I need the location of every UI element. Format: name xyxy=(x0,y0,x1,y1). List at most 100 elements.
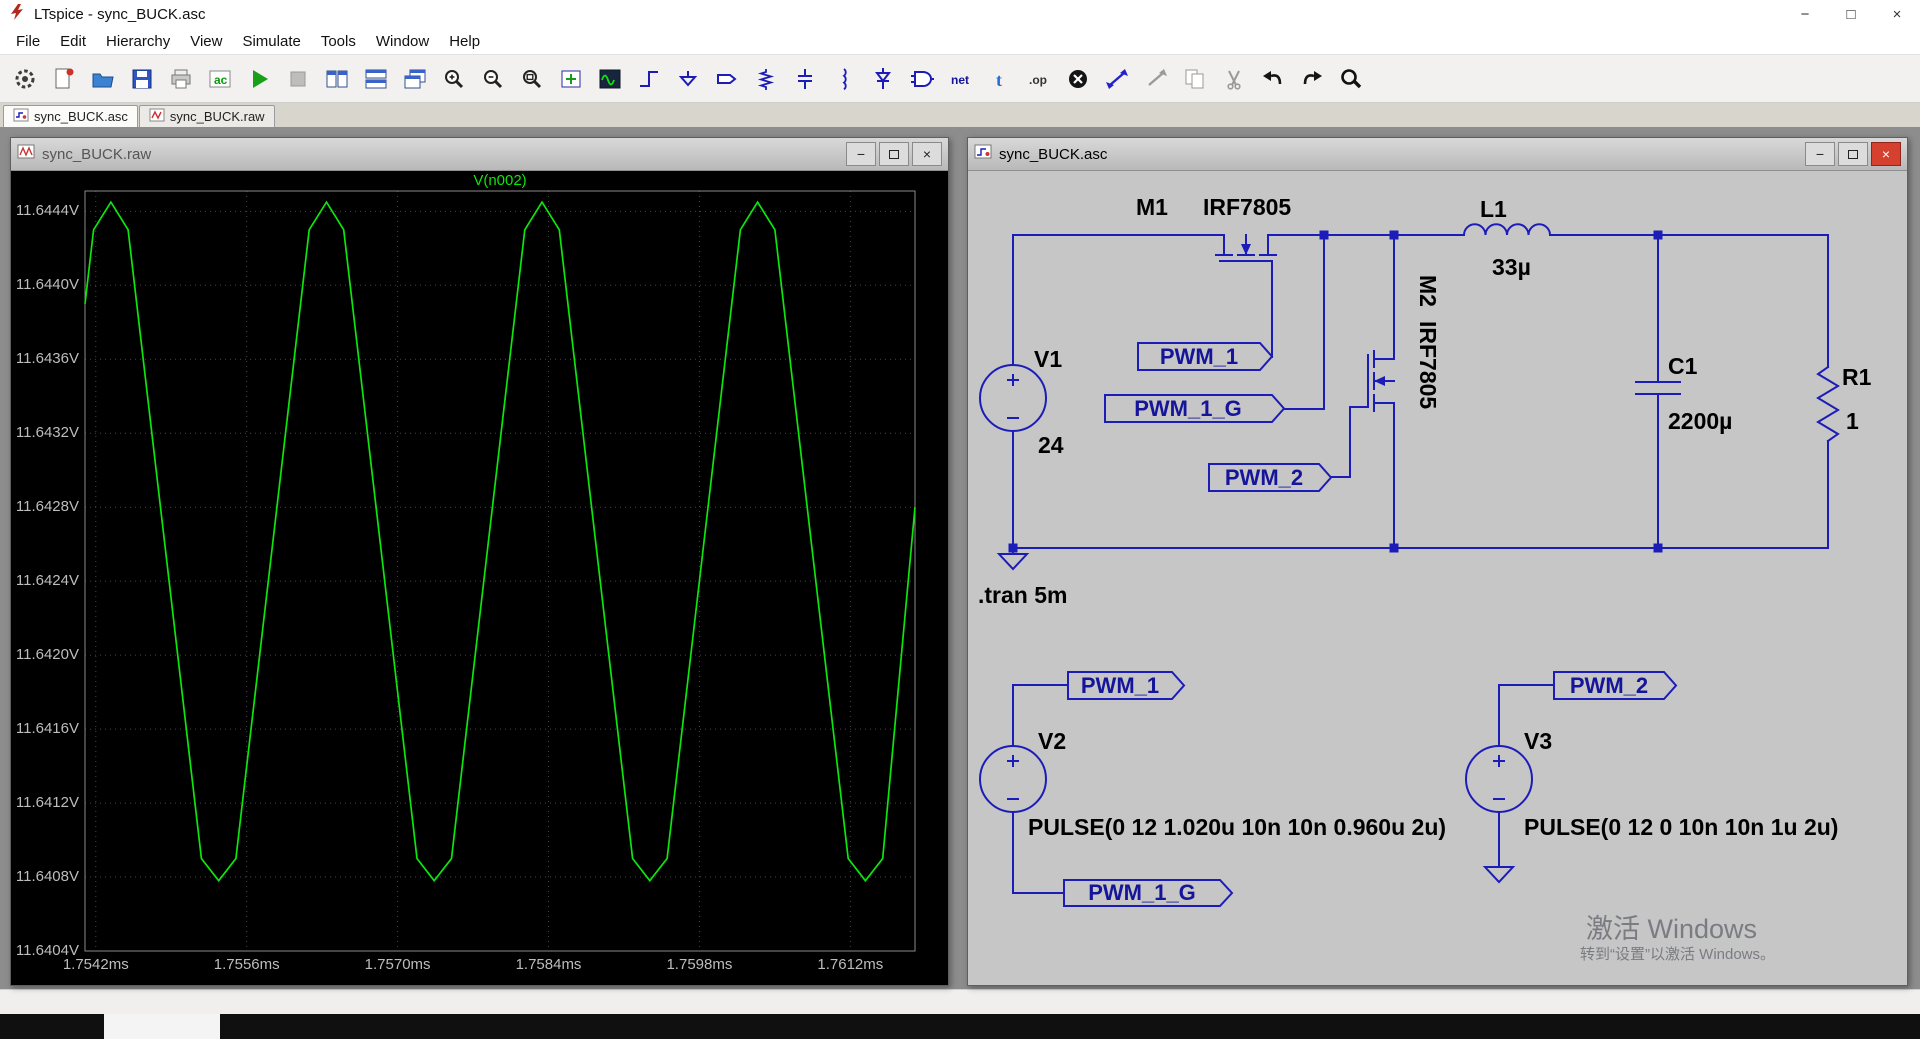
close-button[interactable]: × xyxy=(1871,142,1901,166)
toolbar-drag-mode[interactable] xyxy=(1139,63,1173,95)
schematic-titlebar[interactable]: sync_BUCK.asc − × xyxy=(968,138,1907,171)
voltage-source-v1-symbol[interactable] xyxy=(979,364,1047,432)
tab-sync-buck-raw[interactable]: sync_BUCK.raw xyxy=(138,105,275,127)
label-v2-value[interactable]: PULSE(0 12 1.020u 10n 10n 0.960u 2u) xyxy=(1028,814,1446,840)
menu-edit[interactable]: Edit xyxy=(50,33,96,50)
resistor-r1-symbol[interactable] xyxy=(1816,365,1840,443)
toolbar-copy-mode[interactable] xyxy=(1178,63,1212,95)
label-m2-value[interactable]: IRF7805 xyxy=(1415,321,1441,409)
toolbar-open-file[interactable] xyxy=(86,63,120,95)
label-m2-name[interactable]: M2 xyxy=(1415,275,1441,307)
menu-tools[interactable]: Tools xyxy=(311,33,366,50)
waveform-plot[interactable] xyxy=(11,171,948,985)
toolbar-place-resistor[interactable] xyxy=(749,63,783,95)
toolbar-ac-analysis[interactable]: ac xyxy=(203,63,237,95)
ground-symbol-v3[interactable] xyxy=(1482,866,1516,884)
toolbar-control-panel[interactable] xyxy=(8,63,42,95)
toolbar-undo[interactable] xyxy=(1256,63,1290,95)
toolbar-place-text[interactable]: t xyxy=(983,63,1017,95)
label-c1-name[interactable]: C1 xyxy=(1668,353,1698,379)
label-l1-value[interactable]: 33µ xyxy=(1492,254,1531,280)
close-button[interactable]: × xyxy=(912,142,942,166)
toolbar-spice-directive[interactable]: .op xyxy=(1022,63,1056,95)
toolbar-move-mode[interactable] xyxy=(1100,63,1134,95)
voltage-source-v3-symbol[interactable] xyxy=(1465,745,1533,813)
toolbar-delete-mode[interactable] xyxy=(1061,63,1095,95)
taskbar-item[interactable] xyxy=(104,1014,220,1039)
minimize-button[interactable]: − xyxy=(1805,142,1835,166)
minimize-button[interactable]: − xyxy=(1782,0,1828,29)
toolbar-cut-mode[interactable] xyxy=(1217,63,1251,95)
toolbar-pan-view[interactable] xyxy=(554,63,588,95)
toolbar-draw-wire[interactable] xyxy=(632,63,666,95)
restore-button[interactable] xyxy=(879,142,909,166)
menu-file[interactable]: File xyxy=(6,33,50,50)
label-tran-directive[interactable]: .tran 5m xyxy=(978,582,1067,608)
net-flag-pwm1-v2[interactable]: PWM_1 xyxy=(1067,671,1186,700)
y-axis-tick-label: 11.6412V xyxy=(15,794,79,812)
mosfet-m1-symbol[interactable] xyxy=(1195,234,1297,280)
mosfet-m2-symbol[interactable] xyxy=(1349,330,1395,432)
toolbar-label-net[interactable] xyxy=(710,63,744,95)
schematic-canvas[interactable]: PWM_1 PWM_1_G PWM_2 PWM_1 PWM_1_G PWM_2 … xyxy=(968,171,1907,985)
toolbar-zoom-in[interactable] xyxy=(437,63,471,95)
waveform-trace[interactable] xyxy=(84,200,916,883)
net-flag-pwm2-v3[interactable]: PWM_2 xyxy=(1553,671,1678,700)
capacitor-c1-symbol[interactable] xyxy=(1635,381,1681,395)
toolbar-highlight-net[interactable]: net xyxy=(944,63,978,95)
menu-hierarchy[interactable]: Hierarchy xyxy=(96,33,180,50)
toolbar-tile-vertical[interactable] xyxy=(320,63,354,95)
net-flag-pwm1-g-v2[interactable]: PWM_1_G xyxy=(1063,879,1234,907)
waveform-window: sync_BUCK.raw − × V(n002) 1.7542ms 1.7556… xyxy=(10,137,949,986)
net-flag-pwm2[interactable]: PWM_2 xyxy=(1208,463,1333,492)
ground-symbol-main[interactable] xyxy=(996,547,1030,571)
toolbar-cascade-windows[interactable] xyxy=(398,63,432,95)
menu-help[interactable]: Help xyxy=(439,33,490,50)
label-v1-name[interactable]: V1 xyxy=(1034,346,1062,372)
schematic-window-icon xyxy=(974,144,992,164)
net-flag-pwm1[interactable]: PWM_1 xyxy=(1137,342,1274,371)
menu-view[interactable]: View xyxy=(180,33,232,50)
y-axis-tick-label: 11.6440V xyxy=(15,276,79,294)
menu-simulate[interactable]: Simulate xyxy=(232,33,310,50)
toolbar-place-component[interactable] xyxy=(905,63,939,95)
toolbar-find[interactable] xyxy=(1334,63,1368,95)
toolbar-place-ground[interactable] xyxy=(671,63,705,95)
label-m1-name[interactable]: M1 xyxy=(1136,194,1168,220)
minimize-button[interactable]: − xyxy=(846,142,876,166)
menu-window[interactable]: Window xyxy=(366,33,439,50)
svg-text:PWM_2: PWM_2 xyxy=(1225,465,1303,490)
toolbar-redo[interactable] xyxy=(1295,63,1329,95)
voltage-source-v2-symbol[interactable] xyxy=(979,745,1047,813)
toolbar-new-schematic[interactable] xyxy=(47,63,81,95)
label-c1-value[interactable]: 2200µ xyxy=(1668,408,1732,434)
label-v3-name[interactable]: V3 xyxy=(1524,728,1552,754)
toolbar-run[interactable] xyxy=(242,63,276,95)
toolbar-save[interactable] xyxy=(125,63,159,95)
net-flag-pwm1-g[interactable]: PWM_1_G xyxy=(1104,394,1286,423)
toolbar-place-inductor[interactable] xyxy=(827,63,861,95)
x-axis-tick-label: 1.7612ms xyxy=(817,956,884,973)
toolbar-tile-horizontal[interactable] xyxy=(359,63,393,95)
close-button[interactable]: × xyxy=(1874,0,1920,29)
label-v1-value[interactable]: 24 xyxy=(1038,432,1064,458)
inductor-l1-symbol[interactable] xyxy=(1462,223,1552,237)
label-l1-name[interactable]: L1 xyxy=(1480,196,1507,222)
label-v3-value[interactable]: PULSE(0 12 0 10n 10n 1u 2u) xyxy=(1524,814,1838,840)
label-m1-value[interactable]: IRF7805 xyxy=(1203,194,1291,220)
waveform-plot-area[interactable]: V(n002) 1.7542ms 1.7556ms 1.7570ms 1.7584ms… xyxy=(11,171,948,985)
label-v2-name[interactable]: V2 xyxy=(1038,728,1066,754)
restore-button[interactable] xyxy=(1838,142,1868,166)
toolbar-plot-settings[interactable] xyxy=(593,63,627,95)
toolbar-place-diode[interactable] xyxy=(866,63,900,95)
tab-sync-buck-asc[interactable]: sync_BUCK.asc xyxy=(3,105,138,127)
toolbar-zoom-full-extents[interactable] xyxy=(515,63,549,95)
label-r1-value[interactable]: 1 xyxy=(1846,408,1859,434)
toolbar-place-capacitor[interactable] xyxy=(788,63,822,95)
maximize-button[interactable]: □ xyxy=(1828,0,1874,29)
label-r1-name[interactable]: R1 xyxy=(1842,364,1872,390)
waveform-titlebar[interactable]: sync_BUCK.raw − × xyxy=(11,138,948,171)
toolbar-print[interactable] xyxy=(164,63,198,95)
toolbar-halt[interactable] xyxy=(281,63,315,95)
toolbar-zoom-out[interactable] xyxy=(476,63,510,95)
